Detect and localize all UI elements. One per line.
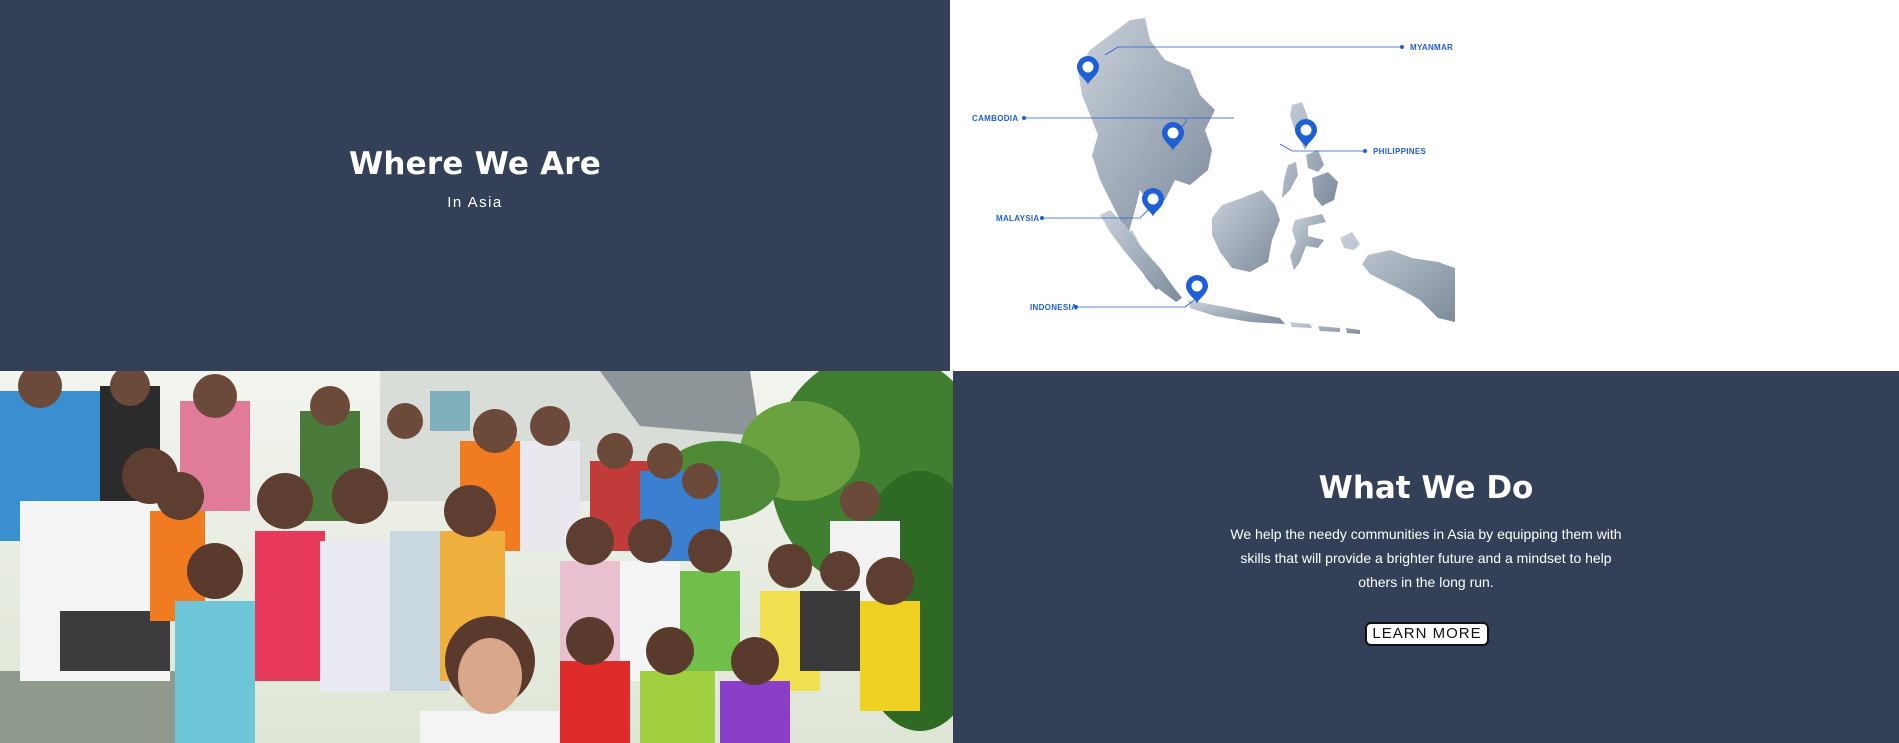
map-label-malaysia: MALAYSIA [996,214,1039,223]
where-we-are-title: Where We Are [348,146,601,182]
sulawesi-landmass [1290,214,1326,270]
map-label-cambodia: CAMBODIA [972,114,1018,123]
borneo-landmass [1212,190,1280,272]
map-pin-philippines [1295,119,1317,148]
group-photo-image [0,371,953,743]
philippines-landmass [1282,102,1338,206]
where-we-are-subtitle: In Asia [447,194,503,211]
asia-map: MYANMAR CAMBODIA PHILIPPINES MALAYSIA IN… [972,18,1455,334]
map-pin-indonesia [1186,275,1208,304]
map-label-myanmar: MYANMAR [1410,43,1453,52]
map-leader-lines [1022,45,1404,309]
asia-map-section: MYANMAR CAMBODIA PHILIPPINES MALAYSIA IN… [950,0,1899,371]
children-group-photo [0,371,953,743]
what-we-do-title: What We Do [1318,470,1534,506]
java-landmass [1188,300,1285,324]
what-we-do-section: What We Do We help the needy communities… [953,371,1899,743]
map-label-philippines: PHILIPPINES [1373,147,1426,156]
sumatra-landmass [1100,210,1182,302]
where-we-are-section: Where We Are In Asia [0,0,950,371]
learn-more-button[interactable]: LEARN MORE [1365,622,1489,646]
what-we-do-description: We help the needy communities in Asia by… [1230,526,1622,590]
new-guinea-landmass [1340,232,1455,322]
map-label-indonesia: INDONESIA [1030,303,1077,312]
sunda-islands-landmass [1290,322,1360,334]
